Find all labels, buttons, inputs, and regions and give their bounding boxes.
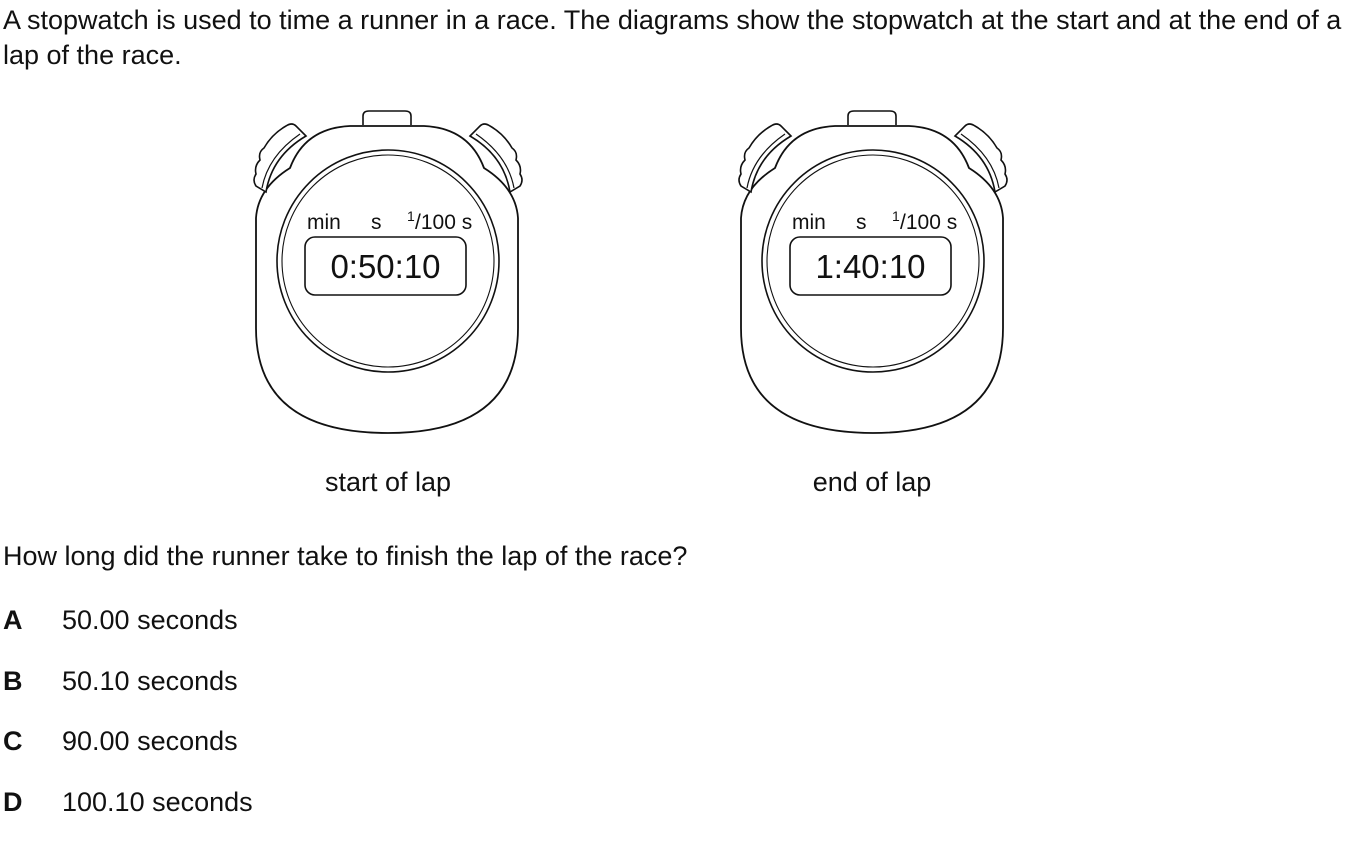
option-text: 50.00 seconds	[62, 604, 238, 636]
stopwatch-top-button	[363, 111, 411, 125]
unit-label-hundredths-num: 1	[892, 208, 900, 224]
caption-end-of-lap: end of lap	[722, 466, 1022, 498]
stopwatch-top-button	[848, 111, 896, 125]
question-prompt: How long did the runner take to finish t…	[3, 540, 687, 572]
stopwatch-start-drawing: min s 1 /100 s 0:50:10	[250, 108, 526, 436]
unit-label-min: min	[792, 211, 826, 234]
stopwatch-end-drawing: min s 1 /100 s 1:40:10	[735, 108, 1011, 436]
unit-label-s: s	[371, 211, 382, 234]
caption-start-of-lap: start of lap	[238, 466, 538, 498]
stopwatch-display-reading: 1:40:10	[815, 248, 925, 285]
unit-label-s: s	[856, 211, 867, 234]
option-a[interactable]: A 50.00 seconds	[3, 604, 253, 665]
option-letter: A	[3, 604, 62, 636]
option-letter: C	[3, 725, 62, 757]
unit-label-min: min	[307, 211, 341, 234]
unit-label-hundredths-num: 1	[407, 208, 415, 224]
stopwatch-end: min s 1 /100 s 1:40:10	[735, 108, 1011, 436]
option-d[interactable]: D 100.10 seconds	[3, 786, 253, 846]
option-c[interactable]: C 90.00 seconds	[3, 725, 253, 786]
question-intro: A stopwatch is used to time a runner in …	[3, 3, 1343, 73]
option-letter: D	[3, 786, 62, 818]
option-letter: B	[3, 665, 62, 697]
option-text: 50.10 seconds	[62, 665, 238, 697]
unit-label-hundredths-rest: /100 s	[415, 211, 472, 234]
option-text: 90.00 seconds	[62, 725, 238, 757]
option-text: 100.10 seconds	[62, 786, 253, 818]
answer-options: A 50.00 seconds B 50.10 seconds C 90.00 …	[3, 604, 253, 846]
stopwatch-start: min s 1 /100 s 0:50:10	[250, 108, 526, 436]
stopwatch-display-reading: 0:50:10	[330, 248, 440, 285]
unit-label-hundredths-rest: /100 s	[900, 211, 957, 234]
option-b[interactable]: B 50.10 seconds	[3, 665, 253, 726]
